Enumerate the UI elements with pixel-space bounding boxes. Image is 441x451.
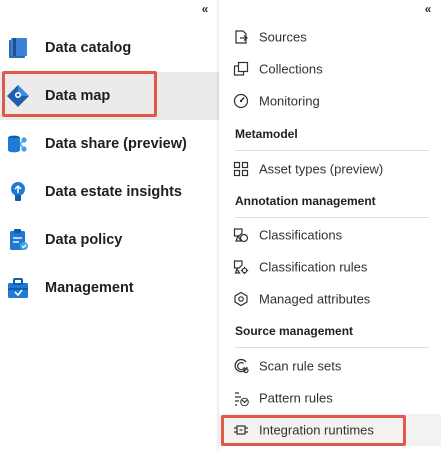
submenu-item-label: Monitoring [259,93,320,109]
section-divider [235,347,429,348]
section-header-annotation-management: Annotation management [235,194,376,208]
submenu-item-scan-rule-sets[interactable]: Scan rule sets [219,350,441,382]
nav-item-label: Management [45,280,134,296]
nav-item-management[interactable]: Management [0,264,219,312]
nav-item-label: Data map [45,88,111,104]
submenu-item-managed-attributes[interactable]: Managed attributes [219,283,441,315]
data-map-icon [6,84,30,108]
section-divider [235,217,429,218]
management-toolbox-icon [6,276,30,300]
monitoring-gauge-icon [233,93,249,109]
section-header-metamodel: Metamodel [235,127,298,141]
asset-types-icon [233,161,249,177]
nav-item-data-policy[interactable]: Data policy [0,216,219,264]
submenu-item-classification-rules[interactable]: Classification rules [219,251,441,283]
data-catalog-icon [6,36,30,60]
submenu-item-collections[interactable]: Collections [219,53,441,85]
data-map-submenu-pane: « Sources Collections Monitoring Metamod… [219,0,441,451]
collapse-submenu-icon[interactable]: « [421,2,435,16]
pattern-rules-icon [233,390,249,407]
classifications-icon [233,227,249,243]
classification-rules-icon [233,259,249,275]
submenu-item-label: Pattern rules [259,390,333,406]
submenu-item-asset-types[interactable]: Asset types (preview) [219,153,441,185]
submenu-item-sources[interactable]: Sources [219,21,441,53]
nav-item-data-share[interactable]: Data share (preview) [0,120,219,168]
submenu-item-label: Collections [259,61,323,77]
submenu-item-pattern-rules[interactable]: Pattern rules [219,382,441,414]
section-divider [235,150,429,151]
submenu-item-label: Asset types (preview) [259,161,384,177]
data-share-icon [6,132,30,156]
sources-icon [233,29,249,45]
nav-item-data-map[interactable]: Data map [0,72,219,120]
nav-item-label: Data policy [45,232,123,248]
collections-icon [233,61,249,77]
submenu-item-label: Classification rules [259,259,368,275]
submenu-item-classifications[interactable]: Classifications [219,219,441,251]
submenu-item-label: Managed attributes [259,291,371,307]
insights-lightbulb-icon [6,180,30,204]
managed-attributes-icon [233,291,249,307]
submenu-item-label: Classifications [259,227,343,243]
nav-item-label: Data catalog [45,40,132,56]
left-navigation-pane: « Data catalog Data map Data share (prev… [0,0,219,451]
submenu-item-monitoring[interactable]: Monitoring [219,85,441,117]
nav-item-data-catalog[interactable]: Data catalog [0,24,219,72]
scan-rule-sets-icon [233,358,249,374]
integration-runtimes-icon [233,422,249,438]
submenu-item-label: Scan rule sets [259,358,342,374]
policy-clipboard-icon [6,228,30,252]
submenu-item-label: Sources [259,29,307,45]
nav-item-data-estate-insights[interactable]: Data estate insights [0,168,219,216]
nav-item-label: Data estate insights [45,184,182,200]
submenu-item-label: Integration runtimes [259,422,374,438]
collapse-left-nav-icon[interactable]: « [198,2,212,16]
section-header-source-management: Source management [235,324,354,338]
submenu-item-integration-runtimes[interactable]: Integration runtimes [219,414,441,446]
nav-item-label: Data share (preview) [45,136,187,152]
